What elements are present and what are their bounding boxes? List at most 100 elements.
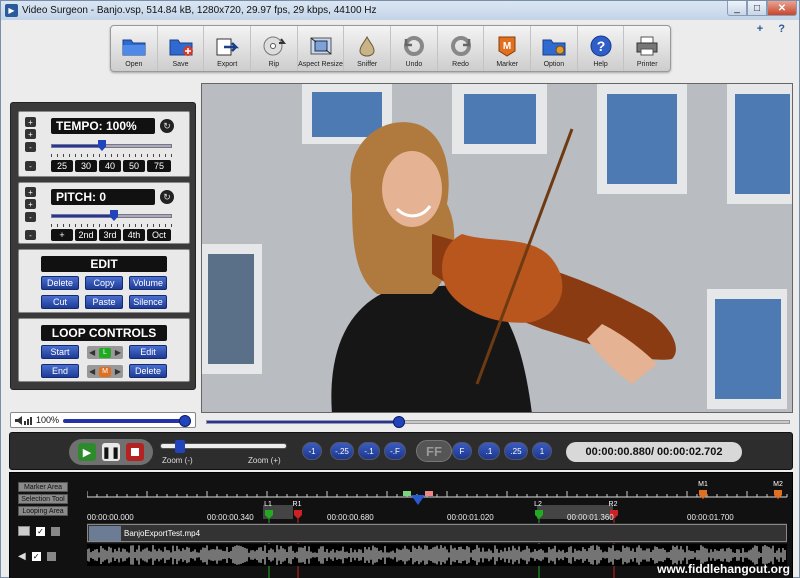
tempo-value: TEMPO: 100% [51,118,155,134]
tempo-slider[interactable] [51,140,172,151]
rip-button[interactable]: Rip [251,26,298,71]
pause-button[interactable]: ❚❚ [102,443,120,461]
close-button[interactable]: ✕ [767,1,797,16]
loop-edit-button[interactable]: Edit [129,345,167,359]
pitch-minus-large[interactable]: - [25,230,36,240]
pitch-plus-small[interactable]: + [25,199,36,209]
maximize-button[interactable]: □ [747,1,767,16]
slider-tick [87,224,88,227]
redo-button[interactable]: Redo [438,26,485,71]
open-button[interactable]: Open [111,26,158,71]
fast-forward-button[interactable]: FF [416,440,452,462]
tempo-plus-small[interactable]: + [25,129,36,139]
edit-section: EDIT Delete Copy Volume Cut Paste Silenc… [18,249,190,313]
speed-minus-025-button[interactable]: -.25 [330,442,354,460]
slider-tick [69,154,70,157]
tempo-minus-large[interactable]: - [25,161,36,171]
marker-button[interactable]: M Marker [484,26,532,71]
undo-button[interactable]: Undo [391,26,438,71]
video-position-thumb[interactable] [393,416,405,428]
export-icon [214,34,240,58]
pitch-plus-large[interactable]: + [25,187,36,197]
zoom-out-label[interactable]: Zoom (-) [162,456,193,465]
undo-icon [401,34,427,58]
pitch-preset-4th[interactable]: 4th [123,229,145,241]
loop-start-button[interactable]: Start [41,345,79,359]
loop-end-button[interactable]: End [41,364,79,378]
audio-track-checkbox[interactable]: ✓ [31,552,41,561]
pitch-slider[interactable] [51,210,172,221]
paste-button[interactable]: Paste [85,295,123,309]
pitch-preset-3rd[interactable]: 3rd [99,229,121,241]
volume-slider[interactable] [63,419,191,423]
cut-button[interactable]: Cut [41,295,79,309]
pitch-preset-oct[interactable]: Oct [147,229,171,241]
loop-start-mark: L [99,347,111,358]
playback-controls: ▶ ❚❚ [69,439,153,465]
zoom-slider[interactable] [160,440,287,453]
zoom-in-label[interactable]: Zoom (+) [248,456,281,465]
loop-start-next-icon[interactable]: ▶ [115,348,121,357]
speed-025-button[interactable]: .25 [504,442,528,460]
help-links[interactable]: + ? [757,23,791,35]
pitch-reset-icon[interactable]: ↻ [160,190,174,204]
speed-1-button[interactable]: 1 [532,442,552,460]
tempo-section: + + - - TEMPO: 100% ↻ 25 30 40 50 75 [18,111,190,177]
slider-tick [141,224,142,227]
tempo-reset-icon[interactable]: ↻ [160,119,174,133]
tempo-preset-50[interactable]: 50 [123,160,145,172]
slider-tick [57,224,58,227]
export-button[interactable]: Export [204,26,252,71]
slider-tick [93,224,94,227]
video-position-fill [207,421,399,423]
speaker-icon[interactable] [14,415,34,426]
silence-button[interactable]: Silence [129,295,167,309]
stop-button[interactable] [126,443,144,461]
pitch-value: PITCH: 0 [51,189,155,205]
video-track-lock-icon[interactable] [51,526,60,536]
svg-text:M: M [503,41,511,52]
pitch-preset-plus[interactable]: + [51,229,73,241]
volume-button[interactable]: Volume [129,276,167,290]
video-clip[interactable]: BanjoExportTest.mp4 [87,524,787,542]
zoom-slider-thumb[interactable] [175,440,185,453]
video-position-slider[interactable] [206,416,790,428]
loop-delete-button[interactable]: Delete [129,364,167,378]
tempo-minus-small[interactable]: - [25,142,36,152]
loop-end-mark: M [99,366,111,377]
play-button[interactable]: ▶ [78,443,96,461]
tempo-slider-thumb[interactable] [98,140,106,151]
printer-button[interactable]: Printer [624,26,670,71]
sniffer-button[interactable]: Sniffer [344,26,392,71]
pitch-minus-small[interactable]: - [25,212,36,222]
loop-end-next-icon[interactable]: ▶ [115,367,121,376]
tempo-plus-large[interactable]: + [25,117,36,127]
slider-tick [99,154,100,157]
pitch-preset-2nd[interactable]: 2nd [75,229,97,241]
video-track-checkbox[interactable]: ✓ [36,526,45,536]
save-button[interactable]: Save [158,26,205,71]
speed-01-button[interactable]: .1 [478,442,500,460]
loop-start-prev-icon[interactable]: ◀ [89,348,95,357]
aspect-resize-button[interactable]: Aspect Resize [298,26,345,71]
speed-minus-frame-button[interactable]: -.F [384,442,406,460]
pitch-slider-thumb[interactable] [110,210,118,221]
delete-button[interactable]: Delete [41,276,79,290]
slider-tick [165,154,166,157]
speed-minus-01-button[interactable]: -.1 [358,442,380,460]
speed-minus-1-button[interactable]: -1 [302,442,322,460]
tempo-preset-30[interactable]: 30 [75,160,97,172]
slider-tick [93,154,94,157]
tempo-preset-40[interactable]: 40 [99,160,121,172]
tempo-preset-25[interactable]: 25 [51,160,73,172]
loop-end-nav: ◀ M ▶ [87,365,123,378]
audio-track-lock-icon[interactable] [46,552,56,561]
help-button[interactable]: ? Help [578,26,625,71]
option-button[interactable]: Option [531,26,578,71]
loop-end-prev-icon[interactable]: ◀ [89,367,95,376]
volume-slider-thumb[interactable] [179,415,191,427]
copy-button[interactable]: Copy [85,276,123,290]
minimize-button[interactable]: _ [727,1,747,16]
tempo-preset-75[interactable]: 75 [147,160,171,172]
speed-frame-button[interactable]: F [452,442,472,460]
